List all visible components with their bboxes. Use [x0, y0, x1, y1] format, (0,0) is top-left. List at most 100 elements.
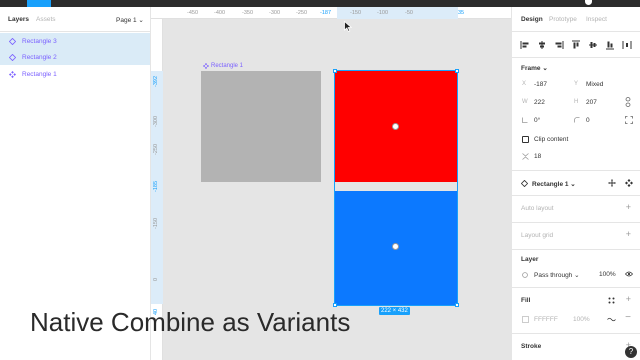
w-label: W: [522, 99, 528, 105]
ruler-tick: -150: [350, 10, 362, 16]
ruler-tick: -350: [242, 10, 254, 16]
component-icon[interactable]: [625, 179, 633, 187]
variant-diamond-icon: [9, 53, 16, 61]
variant-set-frame[interactable]: [333, 69, 459, 307]
corner-radius-input[interactable]: 0: [586, 117, 590, 124]
avatar[interactable]: [585, 0, 592, 5]
active-tool-button[interactable]: [27, 0, 51, 7]
ruler-tick-selected: -392: [153, 75, 159, 87]
gray-rectangle[interactable]: [201, 71, 321, 182]
add-auto-layout-button[interactable]: +: [626, 202, 631, 212]
add-fill-button[interactable]: +: [626, 294, 631, 304]
layout-grid-title: Layout grid: [521, 232, 554, 239]
layer-row-rectangle-2[interactable]: Rectangle 2: [0, 49, 150, 65]
top-toolbar: [0, 0, 640, 7]
layer-row-rectangle-3[interactable]: Rectangle 3: [0, 33, 150, 49]
variant-diamond-icon: [9, 37, 16, 45]
layer-section: Layer Pass through ⌄ 100%: [512, 250, 640, 288]
ruler-tick: 0: [153, 277, 159, 281]
independent-corners-icon[interactable]: [625, 116, 633, 124]
video-caption: Native Combine as Variants: [30, 307, 351, 337]
top-ruler: -450 -400 -350 -300 -250 -187 -150 -100 …: [151, 7, 511, 19]
frame-section: Frame ⌄ X -187 Y Mixed W 222 H 207 0° 0 …: [512, 59, 640, 171]
ruler-tick: -150: [153, 217, 159, 229]
y-input[interactable]: Mixed: [586, 81, 603, 88]
layer-row-rectangle-1[interactable]: Rectangle 1: [0, 66, 150, 82]
ruler-tick: -50: [405, 10, 413, 16]
auto-layout-title: Auto layout: [521, 205, 554, 212]
resize-handle-top-left[interactable]: [333, 69, 337, 73]
resize-handle-top-right[interactable]: [455, 69, 459, 73]
align-horizontal-center-icon[interactable]: [537, 40, 547, 50]
frame-section-title[interactable]: Frame ⌄: [521, 64, 548, 72]
spacing-input[interactable]: 18: [534, 153, 541, 160]
tab-design[interactable]: Design: [521, 16, 543, 23]
ruler-tick: -300: [153, 115, 159, 127]
fill-section-title: Fill: [521, 297, 531, 304]
detach-style-icon[interactable]: [607, 317, 616, 322]
layer-opacity-input[interactable]: 100%: [599, 271, 616, 278]
fill-color-swatch[interactable]: [522, 316, 529, 323]
fill-hex-input[interactable]: FFFFFF: [534, 316, 558, 323]
y-label: Y: [574, 81, 579, 87]
align-bottom-icon[interactable]: [605, 40, 615, 50]
ruler-tick: -250: [296, 10, 308, 16]
spacing-icon: [522, 153, 529, 160]
component-section: Rectangle 1 ⌄: [512, 171, 640, 196]
clip-content-label: Clip content: [534, 136, 569, 143]
style-grid-icon[interactable]: [608, 297, 615, 304]
x-input[interactable]: -187: [534, 81, 547, 88]
ruler-tick: -300: [269, 10, 281, 16]
rotation-icon: [522, 117, 528, 123]
frame-label[interactable]: Rectangle 1: [203, 63, 243, 69]
ruler-tick: -450: [187, 10, 199, 16]
size-badge: 222 × 432: [379, 307, 410, 315]
component-set-icon: [9, 70, 16, 78]
align-vertical-center-icon[interactable]: [588, 40, 598, 50]
rotation-input[interactable]: 0°: [534, 117, 540, 124]
component-set-icon: [203, 63, 209, 69]
remove-fill-button[interactable]: −: [625, 312, 631, 323]
select-variant-icon[interactable]: [608, 179, 616, 187]
height-input[interactable]: 207: [586, 99, 597, 106]
tab-layers[interactable]: Layers: [8, 16, 29, 23]
page-selector[interactable]: Page 1 ⌄: [116, 16, 144, 24]
add-layout-grid-button[interactable]: +: [626, 229, 631, 239]
blue-rectangle-variant[interactable]: [335, 191, 457, 305]
fill-section: Fill + FFFFFF 100% −: [512, 288, 640, 334]
constrain-proportions-icon[interactable]: [625, 97, 631, 107]
ruler-tick: -250: [153, 143, 159, 155]
ruler-tick-selected: -187: [320, 10, 332, 16]
blend-mode-icon: [522, 272, 528, 278]
layer-label: Rectangle 1: [22, 70, 57, 78]
distribute-spacing-icon[interactable]: [622, 40, 632, 50]
x-label: X: [522, 81, 527, 87]
red-rectangle-variant[interactable]: [335, 71, 457, 182]
layer-label: Rectangle 3: [22, 37, 57, 45]
ruler-tick: -100: [377, 10, 389, 16]
resize-handle-bottom-right[interactable]: [455, 303, 459, 307]
align-right-icon[interactable]: [554, 40, 564, 50]
stroke-section-title: Stroke: [521, 343, 542, 350]
properties-panel: Design Prototype Inspect Frame ⌄ X -187 …: [511, 7, 640, 360]
align-left-icon[interactable]: [520, 40, 530, 50]
width-input[interactable]: 222: [534, 99, 545, 106]
align-top-icon[interactable]: [571, 40, 581, 50]
stroke-section: Stroke +: [512, 334, 640, 360]
component-name[interactable]: Rectangle 1 ⌄: [532, 180, 576, 188]
blend-mode-dropdown[interactable]: Pass through ⌄: [534, 271, 580, 279]
frame-label-text: Rectangle 1: [211, 63, 244, 69]
ruler-tick: -400: [214, 10, 226, 16]
component-diamond-icon: [521, 180, 528, 187]
layers-panel-tabs: Layers Assets Page 1 ⌄: [0, 7, 150, 32]
tab-prototype[interactable]: Prototype: [549, 16, 577, 23]
help-icon[interactable]: ?: [625, 346, 637, 358]
eye-icon[interactable]: [625, 271, 633, 277]
tab-assets[interactable]: Assets: [36, 16, 56, 23]
center-point-icon: [392, 243, 399, 250]
properties-tabs: Design Prototype Inspect: [512, 7, 640, 32]
corner-radius-icon: [574, 117, 580, 123]
tab-inspect[interactable]: Inspect: [586, 16, 607, 23]
clip-content-checkbox[interactable]: [522, 136, 529, 143]
fill-opacity-input[interactable]: 100%: [573, 316, 590, 323]
